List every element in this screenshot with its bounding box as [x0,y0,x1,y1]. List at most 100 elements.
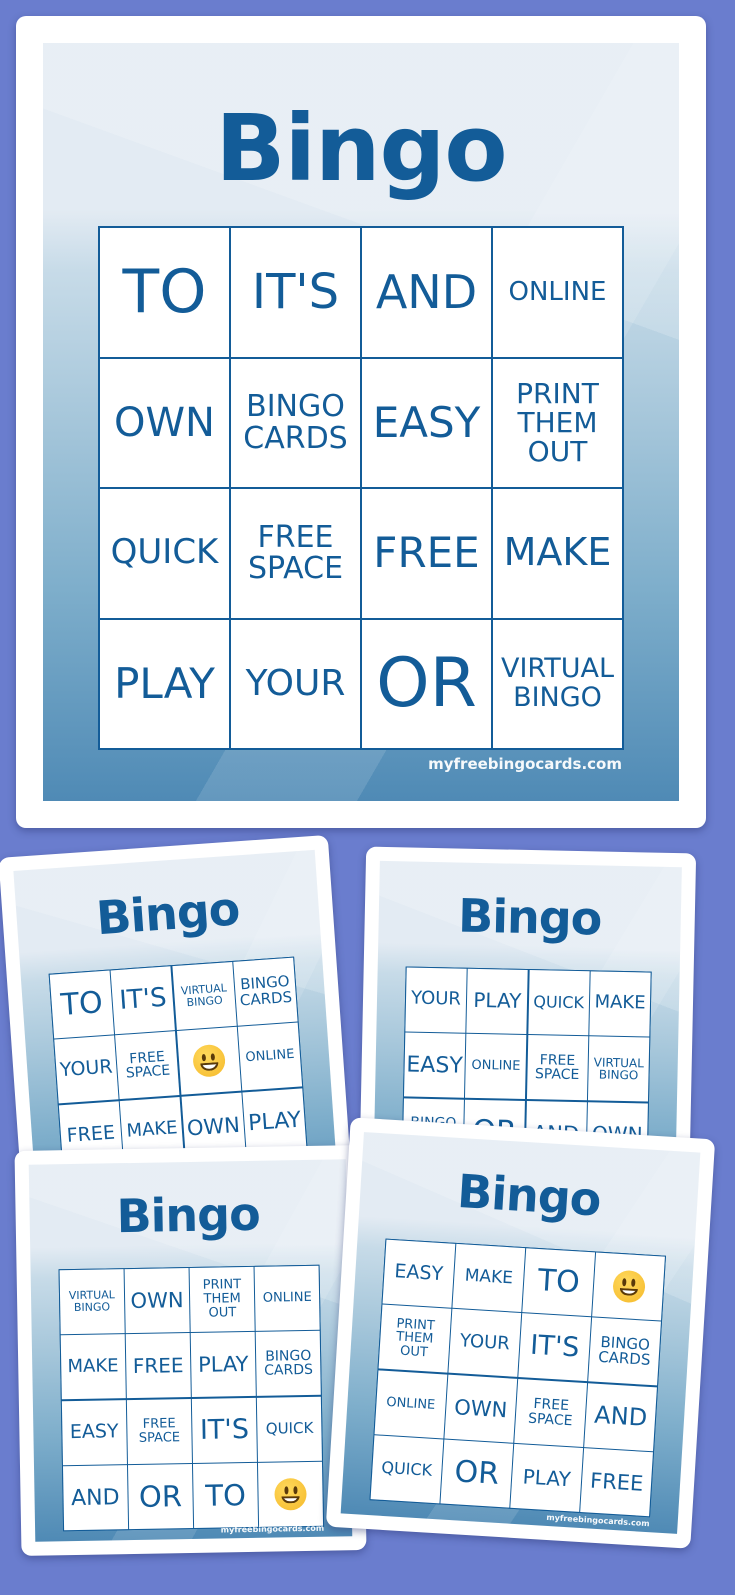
bingo-cell[interactable]: YOUR [54,1035,119,1104]
bingo-cell[interactable]: OR [362,619,491,748]
bingo-cell[interactable]: PLAY [100,619,229,748]
bingo-cell-text: OWN [114,399,215,446]
bingo-cell[interactable]: QUICK [528,970,590,1036]
thumbnail-card-3[interactable]: Bingo VIRTUAL BINGO OWN PRINT THEM OUT ONLI… [14,1145,367,1556]
bingo-cell[interactable] [258,1461,324,1527]
bingo-cell[interactable]: PRINT THEM OUT [378,1304,451,1373]
bingo-cell[interactable]: VIRTUAL BINGO [172,961,237,1030]
bingo-cell[interactable]: PLAY [466,968,528,1034]
bingo-cell[interactable]: BINGO CARDS [231,358,360,487]
bingo-cell[interactable]: OR [128,1464,193,1530]
bingo-cell[interactable]: FREE SPACE [231,489,360,618]
bingo-cell[interactable]: YOUR [405,967,467,1033]
bingo-cell[interactable]: FREE [125,1333,191,1399]
bingo-cell[interactable]: IT'S [110,966,176,1035]
bingo-cell[interactable]: TO [193,1462,258,1528]
bingo-cell[interactable]: YOUR [231,619,360,748]
bingo-cell-text: PRINT THEM OUT [516,376,599,469]
bingo-cell-text: FREE [66,1121,116,1147]
bingo-cell[interactable]: ONLINE [493,228,622,357]
bingo-cell[interactable]: TO [49,970,114,1039]
bingo-cell-text: TO [205,1477,247,1513]
bingo-cell[interactable]: FREE [580,1448,653,1517]
bingo-cell[interactable]: VIRTUAL BINGO [493,619,622,748]
bingo-cell-text: VIRTUAL BINGO [593,1055,645,1083]
bingo-cell[interactable]: QUICK [257,1396,322,1462]
bingo-cell-text: OR [138,1479,183,1514]
bingo-cell[interactable]: FREE [362,489,491,618]
bingo-cell-text: ONLINE [385,1394,436,1413]
bingo-cell[interactable]: IT'S [231,228,360,357]
bingo-cell[interactable]: ONLINE [254,1265,320,1331]
bingo-cell-text: YOUR [410,988,462,1011]
bingo-cell-text: PLAY [473,988,522,1014]
bingo-cell[interactable]: AND [362,228,491,357]
bingo-cell-text: FREE SPACE [534,1051,580,1084]
bingo-cell[interactable]: PLAY [510,1443,583,1512]
bingo-cell-text: BINGO CARDS [243,389,348,456]
bingo-cell[interactable]: EASY [382,1239,455,1308]
bingo-cell[interactable]: OWN [124,1268,190,1334]
bingo-cell[interactable]: PLAY [190,1332,256,1398]
bingo-cell-text: ONLINE [508,276,607,307]
bingo-cell[interactable]: FREE SPACE [126,1398,192,1464]
thumbnail-card-4[interactable]: Bingo EASY MAKE TO PRINT THEM OUT YOUR IT'S BI… [325,1117,716,1549]
bingo-cell[interactable] [592,1252,665,1321]
bingo-cell[interactable]: VIRTUAL BINGO [59,1269,125,1335]
bingo-cell-text: MAKE [503,530,612,575]
bingo-cell[interactable]: MAKE [60,1334,126,1400]
bingo-cell-text: EASY [372,397,481,447]
bingo-cell[interactable]: EASY [403,1032,466,1098]
bingo-cell[interactable]: BINGO CARDS [588,1317,661,1386]
bingo-cell[interactable]: FREE SPACE [514,1378,587,1447]
bingo-cell[interactable]: AND [63,1465,128,1531]
card-sheet: Bingo TO IT'S AND ONLINE OWN BINGO CARDS EASY P… [43,43,679,801]
bingo-cell-text: YOUR [459,1330,511,1355]
smiley-emoji-icon [191,1044,226,1079]
bingo-cell-text: MAKE [125,1117,179,1142]
bingo-cell-text: OR [376,644,477,724]
bingo-cell[interactable]: IT'S [192,1397,257,1463]
bingo-cell-text: IT'S [529,1329,581,1364]
bingo-cell[interactable]: QUICK [100,489,229,618]
bingo-cell[interactable]: YOUR [448,1309,521,1378]
bingo-cell-text: EASY [393,1260,444,1286]
bingo-cell[interactable]: TO [522,1248,595,1317]
bingo-cell[interactable]: OWN [100,358,229,487]
bingo-cell[interactable]: EASY [61,1399,127,1465]
bingo-cell[interactable]: OWN [444,1374,517,1443]
bingo-cell-text: AND [70,1484,120,1511]
bingo-cell[interactable]: AND [584,1382,657,1451]
bingo-cell[interactable]: ONLINE [237,1022,303,1091]
bingo-cell-text: FREE SPACE [247,519,344,587]
bingo-cell[interactable]: MAKE [589,971,651,1037]
card-title: Bingo [116,1186,261,1244]
bingo-cell-text: FREE SPACE [138,1416,181,1446]
bingo-cell[interactable]: PRINT THEM OUT [189,1266,255,1332]
bingo-cell[interactable]: BINGO CARDS [233,957,298,1026]
bingo-cell[interactable]: VIRTUAL BINGO [588,1036,650,1102]
bingo-cell[interactable]: BINGO CARDS [256,1331,321,1397]
bingo-cell-text: PLAY [114,658,215,708]
bingo-cell[interactable]: MAKE [493,489,622,618]
bingo-cell[interactable] [176,1027,241,1096]
bingo-cell-text: PRINT THEM OUT [395,1316,436,1361]
bingo-cell[interactable]: MAKE [452,1243,525,1312]
bingo-cell[interactable]: QUICK [370,1435,443,1504]
bingo-cell[interactable]: ONLINE [465,1034,527,1100]
bingo-cell-text: OWN [130,1288,184,1313]
bingo-cell[interactable]: EASY [362,358,491,487]
bingo-cell[interactable]: OR [440,1439,513,1508]
bingo-cell[interactable]: PRINT THEM OUT [493,358,622,487]
bingo-cell[interactable]: FREE SPACE [115,1031,180,1100]
bingo-cell-text: IT'S [199,1413,250,1446]
bingo-cell[interactable]: TO [100,228,229,357]
main-bingo-card[interactable]: Bingo TO IT'S AND ONLINE OWN BINGO CARDS EASY P… [16,16,706,828]
bingo-cell[interactable]: IT'S [518,1313,591,1382]
bingo-cell[interactable]: ONLINE [374,1370,447,1439]
bingo-cell-text: VIRTUAL BINGO [501,653,614,713]
watermark: myfreebingocards.com [428,755,622,773]
bingo-cell[interactable]: FREE SPACE [526,1035,588,1101]
bingo-cell-text: VIRTUAL BINGO [180,981,228,1010]
bingo-cell-text: QUICK [265,1418,314,1438]
